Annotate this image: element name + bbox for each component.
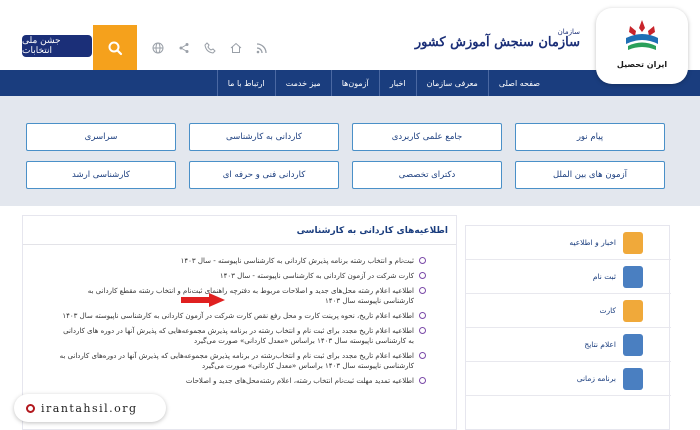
- sidebar: اخبار و اطلاعیه ثبت نام کارت اعلام نتایج…: [465, 225, 671, 430]
- sidebar-item-label: اخبار و اطلاعیه: [569, 238, 616, 247]
- tile-payame-noor[interactable]: پیام نور: [515, 123, 665, 151]
- sidebar-item-label: ثبت نام: [592, 272, 616, 281]
- tile-applied-science[interactable]: جامع علمی کاربردی: [352, 123, 502, 151]
- news-item[interactable]: اطلاعیه اعلام تاریخ، نحوه پرینت کارت و م…: [56, 311, 426, 321]
- site-url: irantahsil.org: [41, 401, 138, 415]
- top-header: جشن ملی انتخابات سازمان سازمان سنجش آموز…: [0, 0, 700, 70]
- sidebar-item-news[interactable]: اخبار و اطلاعیه: [466, 226, 671, 260]
- tile-international[interactable]: آزمون های بین الملل: [515, 161, 665, 189]
- news-item[interactable]: اطلاعیه اعلام تاریخ مجدد برای ثبت نام و …: [56, 326, 426, 346]
- nav-exams[interactable]: آزمون‌ها: [330, 70, 379, 96]
- share-icon[interactable]: [176, 40, 192, 56]
- news-icon: [623, 232, 643, 254]
- panel-title: اطلاعیه‌های کاردانی به کارشناسی: [296, 226, 448, 236]
- brand-badge: ایران تحصیل: [596, 8, 688, 84]
- news-text: اطلاعیه اعلام تاریخ مجدد برای ثبت نام و …: [63, 327, 414, 345]
- bullet-icon: [419, 257, 426, 264]
- tile-phd[interactable]: دکترای تخصصی: [352, 161, 502, 189]
- globe-icon[interactable]: [150, 40, 166, 56]
- sidebar-item-label: اعلام نتایج: [584, 340, 616, 349]
- main-nav: صفحه اصلی معرفی سازمان اخبار آزمون‌ها می…: [0, 70, 700, 96]
- tile-national[interactable]: سراسری: [26, 123, 176, 151]
- brand-logo-icon: [626, 20, 658, 50]
- exam-tiles-area: پیام نور جامع علمی کاربردی کاردانی به کا…: [0, 96, 700, 206]
- sidebar-item-label: برنامه زمانی: [576, 374, 616, 383]
- phone-icon[interactable]: [202, 40, 218, 56]
- tile-associate-to-bachelor[interactable]: کاردانی به کارشناسی: [189, 123, 339, 151]
- sidebar-item-label: کارت: [599, 306, 616, 315]
- site-logo[interactable]: سازمان سنجش آموزش کشور: [415, 35, 580, 50]
- nav-contact[interactable]: ارتباط با ما: [216, 70, 275, 96]
- sidebar-item-card[interactable]: کارت: [466, 294, 671, 328]
- bullet-icon: [419, 287, 426, 294]
- bullet-icon: [419, 352, 426, 359]
- news-item[interactable]: اطلاعیه اعلام رشته محل‌های جدید و اصلاحا…: [56, 286, 426, 306]
- news-item[interactable]: کارت شرکت در آزمون کاردانی به کارشناسی ن…: [56, 271, 426, 281]
- news-item[interactable]: ثبت‌نام و انتخاب رشته برنامه پذیرش کاردا…: [56, 256, 426, 266]
- divider: [23, 244, 456, 245]
- sidebar-item-results[interactable]: اعلام نتایج: [466, 328, 671, 362]
- news-text: اطلاعیه اعلام تاریخ، نحوه پرینت کارت و م…: [62, 312, 414, 320]
- bullet-icon: [419, 272, 426, 279]
- nav-news[interactable]: اخبار: [378, 70, 416, 96]
- news-list: ثبت‌نام و انتخاب رشته برنامه پذیرش کاردا…: [56, 256, 426, 391]
- sidebar-item-register[interactable]: ثبت نام: [466, 260, 671, 294]
- header-icon-row: [150, 40, 270, 56]
- home-icon[interactable]: [228, 40, 244, 56]
- nav-items: صفحه اصلی معرفی سازمان اخبار آزمون‌ها می…: [216, 70, 550, 96]
- calendar-icon: [623, 368, 643, 390]
- url-dot-icon: [26, 403, 35, 413]
- card-icon: [623, 300, 643, 322]
- bullet-icon: [419, 327, 426, 334]
- nav-service-desk[interactable]: میز خدمت: [274, 70, 331, 96]
- search-button[interactable]: [93, 25, 137, 70]
- brand-name: ایران تحصیل: [616, 60, 668, 69]
- news-text: اطلاعیه اعلام تاریخ مجدد برای ثبت نام و …: [59, 352, 414, 370]
- news-text: ثبت‌نام و انتخاب رشته برنامه پذیرش کاردا…: [180, 257, 414, 265]
- search-icon: [108, 41, 123, 55]
- tile-masters[interactable]: کارشناسی ارشد: [26, 161, 176, 189]
- news-item[interactable]: اطلاعیه اعلام تاریخ مجدد برای ثبت نام و …: [56, 351, 426, 371]
- register-icon: [623, 266, 643, 288]
- nav-home[interactable]: صفحه اصلی: [487, 70, 550, 96]
- nav-about[interactable]: معرفی سازمان: [415, 70, 488, 96]
- tile-technical-vocational[interactable]: کاردانی فنی و حرفه ای: [189, 161, 339, 189]
- bullet-icon: [419, 312, 426, 319]
- sidebar-item-schedule[interactable]: برنامه زمانی: [466, 362, 671, 396]
- news-text: اطلاعیه اعلام رشته محل‌های جدید و اصلاحا…: [87, 287, 414, 305]
- bullet-icon: [419, 377, 426, 384]
- rss-icon[interactable]: [254, 40, 270, 56]
- site-url-pill: irantahsil.org: [14, 394, 166, 422]
- news-text: کارت شرکت در آزمون کاردانی به کارشناسی ن…: [219, 272, 414, 280]
- news-item[interactable]: اطلاعیه تمدید مهلت ثبت‌نام انتخاب رشته، …: [56, 376, 426, 386]
- results-icon: [623, 334, 643, 356]
- red-arrow-icon: [181, 293, 225, 307]
- news-text: اطلاعیه تمدید مهلت ثبت‌نام انتخاب رشته، …: [185, 377, 414, 385]
- slogan-banner: جشن ملی انتخابات: [22, 35, 92, 57]
